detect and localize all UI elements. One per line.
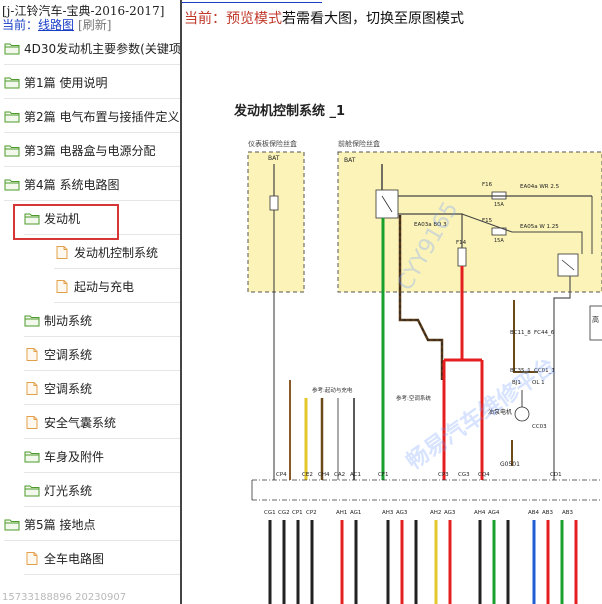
current-link[interactable]: 线路图	[38, 18, 74, 32]
svg-text:F14: F14	[456, 240, 467, 246]
connector-label: AC1	[350, 472, 361, 478]
tree-item-label: 车身及附件	[44, 449, 105, 464]
refresh-link[interactable]: [刷新]	[78, 18, 111, 32]
tree-item-label: 全车电路图	[44, 551, 105, 566]
connector-label: CP2	[306, 510, 317, 516]
connector-label: CA2	[334, 472, 345, 478]
svg-text:参考:空调系统: 参考:空调系统	[396, 394, 431, 402]
navigation-tree: [j-江铃汽车-宝典-2016-2017] 当前：线路图 [刷新] 4D30发动机…	[0, 0, 182, 604]
svg-text:15A: 15A	[494, 238, 504, 244]
tree-item[interactable]: 第4篇 系统电路图	[4, 168, 180, 201]
svg-text:G0501: G0501	[500, 461, 520, 468]
tree-item-label: 第2篇 电气布置与接插件定义	[24, 109, 180, 124]
current-prefix: 当前：	[2, 18, 39, 32]
page-icon	[24, 415, 40, 429]
footer-id: 15733188896 20230907	[2, 592, 127, 603]
tree-item[interactable]: 全车电路图	[24, 542, 180, 575]
tree-item[interactable]: 第1篇 使用说明	[4, 66, 180, 99]
svg-text:15A: 15A	[494, 202, 504, 208]
connector-label: CG1	[264, 510, 276, 516]
tree-item-label: 制动系统	[44, 313, 93, 328]
page-icon	[54, 279, 70, 293]
svg-text:EA04a WR 2.5: EA04a WR 2.5	[520, 184, 560, 190]
connector-label: AH1	[336, 510, 347, 516]
tree-item-label: 发动机控制系统	[74, 245, 159, 260]
tree-item[interactable]: 起动与充电	[54, 270, 180, 303]
tree-item-label: 起动与充电	[74, 279, 135, 294]
connector-label: AB3	[542, 510, 554, 516]
tree-current-location: 当前：线路图 [刷新]	[2, 16, 111, 33]
tree-item[interactable]: 4D30发动机主要参数(关键项	[4, 32, 180, 65]
tree-item-label: 第4篇 系统电路图	[24, 177, 120, 192]
connector-label: CE2	[302, 472, 313, 478]
svg-text:高: 高	[592, 315, 599, 324]
connector-label: CP3	[438, 472, 449, 478]
tree-item[interactable]: 灯光系统	[24, 474, 180, 507]
connector-label: CH4	[318, 472, 330, 478]
connector-label: CQ4	[478, 472, 490, 478]
svg-text:参考:起动与充电: 参考:起动与充电	[312, 386, 353, 394]
connector-label: CG3	[458, 472, 470, 478]
connector-label: CP4	[276, 472, 287, 478]
selection-highlight	[13, 204, 119, 240]
folder-open-icon	[4, 76, 20, 89]
page-icon	[24, 347, 40, 361]
folder-open-icon	[24, 450, 40, 463]
tree-item[interactable]: 空调系统	[24, 338, 180, 371]
connector-label: AG4	[488, 510, 500, 516]
connector-label: AB3	[562, 510, 574, 516]
svg-text:FC44_6: FC44_6	[534, 330, 555, 336]
svg-text:BC11_8: BC11_8	[510, 330, 531, 336]
folder-open-icon	[4, 42, 20, 55]
svg-text:前舱保险丝盒: 前舱保险丝盒	[338, 139, 380, 148]
connector-label: CD1	[550, 472, 562, 478]
connector-label: AH4	[474, 510, 486, 516]
tree-item[interactable]: 安全气囊系统	[24, 406, 180, 439]
front-fuse-box: 前舱保险丝盒 BAT EA03a BO 3 F16 EA04a WR 2.5 F…	[337, 139, 602, 293]
connector-label: AG3	[444, 510, 456, 516]
folder-open-icon	[4, 178, 20, 191]
page-icon	[54, 245, 70, 259]
svg-text:CC03: CC03	[532, 424, 547, 430]
tree-item[interactable]: 第5篇 接地点	[4, 508, 180, 541]
tree-item-label: 空调系统	[44, 347, 93, 362]
folder-open-icon	[24, 484, 40, 497]
connector-label: CG2	[278, 510, 290, 516]
connector-label: AH3	[382, 510, 394, 516]
svg-text:仪表板保险丝盒: 仪表板保险丝盒	[248, 139, 297, 148]
tree-item-label: 第3篇 电器盒与电源分配	[24, 143, 156, 158]
svg-text:F16: F16	[482, 182, 493, 188]
tree-item[interactable]: 制动系统	[24, 304, 180, 337]
connector-label: CF1	[378, 472, 389, 478]
tree-item-label: 第5篇 接地点	[24, 517, 96, 532]
folder-open-icon	[4, 110, 20, 123]
tree-item-label: 4D30发动机主要参数(关键项	[24, 41, 181, 56]
svg-text:BAT: BAT	[268, 155, 280, 162]
folder-open-icon	[4, 518, 20, 531]
page-icon	[24, 381, 40, 395]
connector-label: AH2	[430, 510, 441, 516]
tree-item[interactable]: 空调系统	[24, 372, 180, 405]
connector-label: AG1	[350, 510, 361, 516]
folder-open-icon	[24, 314, 40, 327]
svg-text:BAT: BAT	[344, 157, 356, 164]
tree-item-label: 灯光系统	[44, 483, 93, 498]
connector-label: AB4	[528, 510, 540, 516]
tree-item[interactable]: 第2篇 电气布置与接插件定义	[4, 100, 180, 133]
diagram-viewer: 当前：预览模式若需看大图，切换至原图模式 发动机控制系统 _1 仪表板保险丝盒 …	[182, 0, 602, 604]
tree-item-label: 第1篇 使用说明	[24, 75, 108, 90]
folder-open-icon	[4, 144, 20, 157]
tree-item-label: 空调系统	[44, 381, 93, 396]
tree-item[interactable]: 车身及附件	[24, 440, 180, 473]
page-icon	[24, 551, 40, 565]
svg-text:EA05a W 1.25: EA05a W 1.25	[520, 224, 559, 230]
tree-item[interactable]: 第3篇 电器盒与电源分配	[4, 134, 180, 167]
connector-label: CP1	[292, 510, 303, 516]
tree-item-label: 安全气囊系统	[44, 415, 117, 430]
tree-item[interactable]: 发动机控制系统	[54, 236, 180, 269]
wiring-diagram[interactable]: 仪表板保险丝盒 BAT 前舱保险丝盒 BAT EA03a BO 3 F16 EA…	[182, 0, 602, 604]
connector-label: AG3	[396, 510, 408, 516]
